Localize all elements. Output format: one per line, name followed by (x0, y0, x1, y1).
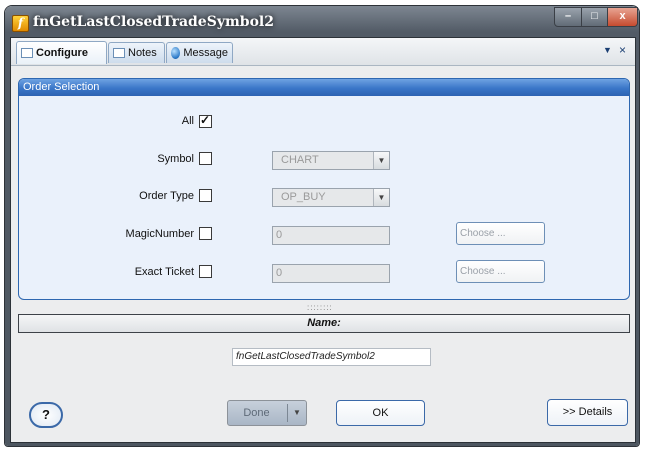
minimize-button[interactable]: – (554, 7, 582, 27)
grip-icon: :::::::: (307, 303, 333, 312)
tab-notes[interactable]: Notes (108, 42, 165, 63)
tab-message[interactable]: Message (166, 42, 233, 63)
app-window: f fnGetLastClosedTradeSymbol2 – □ x Conf… (5, 6, 639, 446)
chevron-down-icon[interactable]: ▼ (373, 189, 389, 206)
globe-icon (171, 47, 181, 59)
all-checkbox[interactable] (199, 113, 212, 128)
chevron-down-icon[interactable]: ▼ (287, 404, 306, 422)
tab-label: Configure (36, 47, 88, 59)
details-button[interactable]: >> Details (547, 399, 628, 426)
close-button[interactable]: x (607, 7, 638, 27)
group-header: Order Selection (19, 79, 629, 96)
magic-number-label: MagicNumber (125, 228, 194, 240)
function-icon: f (12, 15, 29, 32)
chevron-down-icon[interactable]: ▼ (603, 45, 612, 55)
close-icon[interactable]: × (619, 43, 626, 57)
exact-ticket-checkbox[interactable] (199, 265, 212, 278)
tab-label: Notes (128, 47, 157, 59)
done-button[interactable]: Done ▼ (227, 400, 307, 426)
order-type-value: OP_BUY (281, 191, 326, 203)
order-type-checkbox[interactable] (199, 189, 212, 202)
exact-ticket-choose-button[interactable]: Choose ... (456, 260, 545, 283)
help-button[interactable]: ? (29, 402, 63, 428)
ok-button[interactable]: OK (336, 400, 425, 426)
exact-ticket-label: Exact Ticket (134, 266, 194, 278)
symbol-select[interactable]: CHART ▼ (272, 151, 390, 170)
window-title: fnGetLastClosedTradeSymbol2 (33, 14, 274, 30)
grid-icon (21, 48, 33, 58)
symbol-label: Symbol (157, 153, 194, 165)
tab-label: Message (183, 47, 228, 59)
symbol-checkbox[interactable] (199, 152, 212, 165)
order-selection-group: Order Selection All Symbol CHART ▼ Order… (18, 78, 630, 300)
symbol-value: CHART (281, 154, 319, 166)
name-field[interactable]: fnGetLastClosedTradeSymbol2 (232, 348, 431, 366)
magic-number-choose-button[interactable]: Choose ... (456, 222, 545, 245)
magic-number-checkbox[interactable] (199, 227, 212, 240)
title-bar[interactable]: f fnGetLastClosedTradeSymbol2 – □ x (5, 6, 639, 37)
name-header: Name: (18, 314, 630, 333)
tab-configure[interactable]: Configure (16, 41, 107, 64)
window-client-area: Configure Notes Message ▼ × Order Select… (10, 37, 636, 443)
grid-icon (113, 48, 125, 58)
order-type-select[interactable]: OP_BUY ▼ (272, 188, 390, 207)
magic-number-field[interactable]: 0 (272, 226, 390, 245)
done-label: Done (243, 407, 270, 419)
tab-strip: Configure Notes Message ▼ × (11, 38, 635, 66)
maximize-button[interactable]: □ (581, 7, 608, 27)
exact-ticket-field[interactable]: 0 (272, 264, 390, 283)
chevron-down-icon[interactable]: ▼ (373, 152, 389, 169)
order-type-label: Order Type (139, 190, 194, 202)
all-label: All (181, 115, 194, 127)
